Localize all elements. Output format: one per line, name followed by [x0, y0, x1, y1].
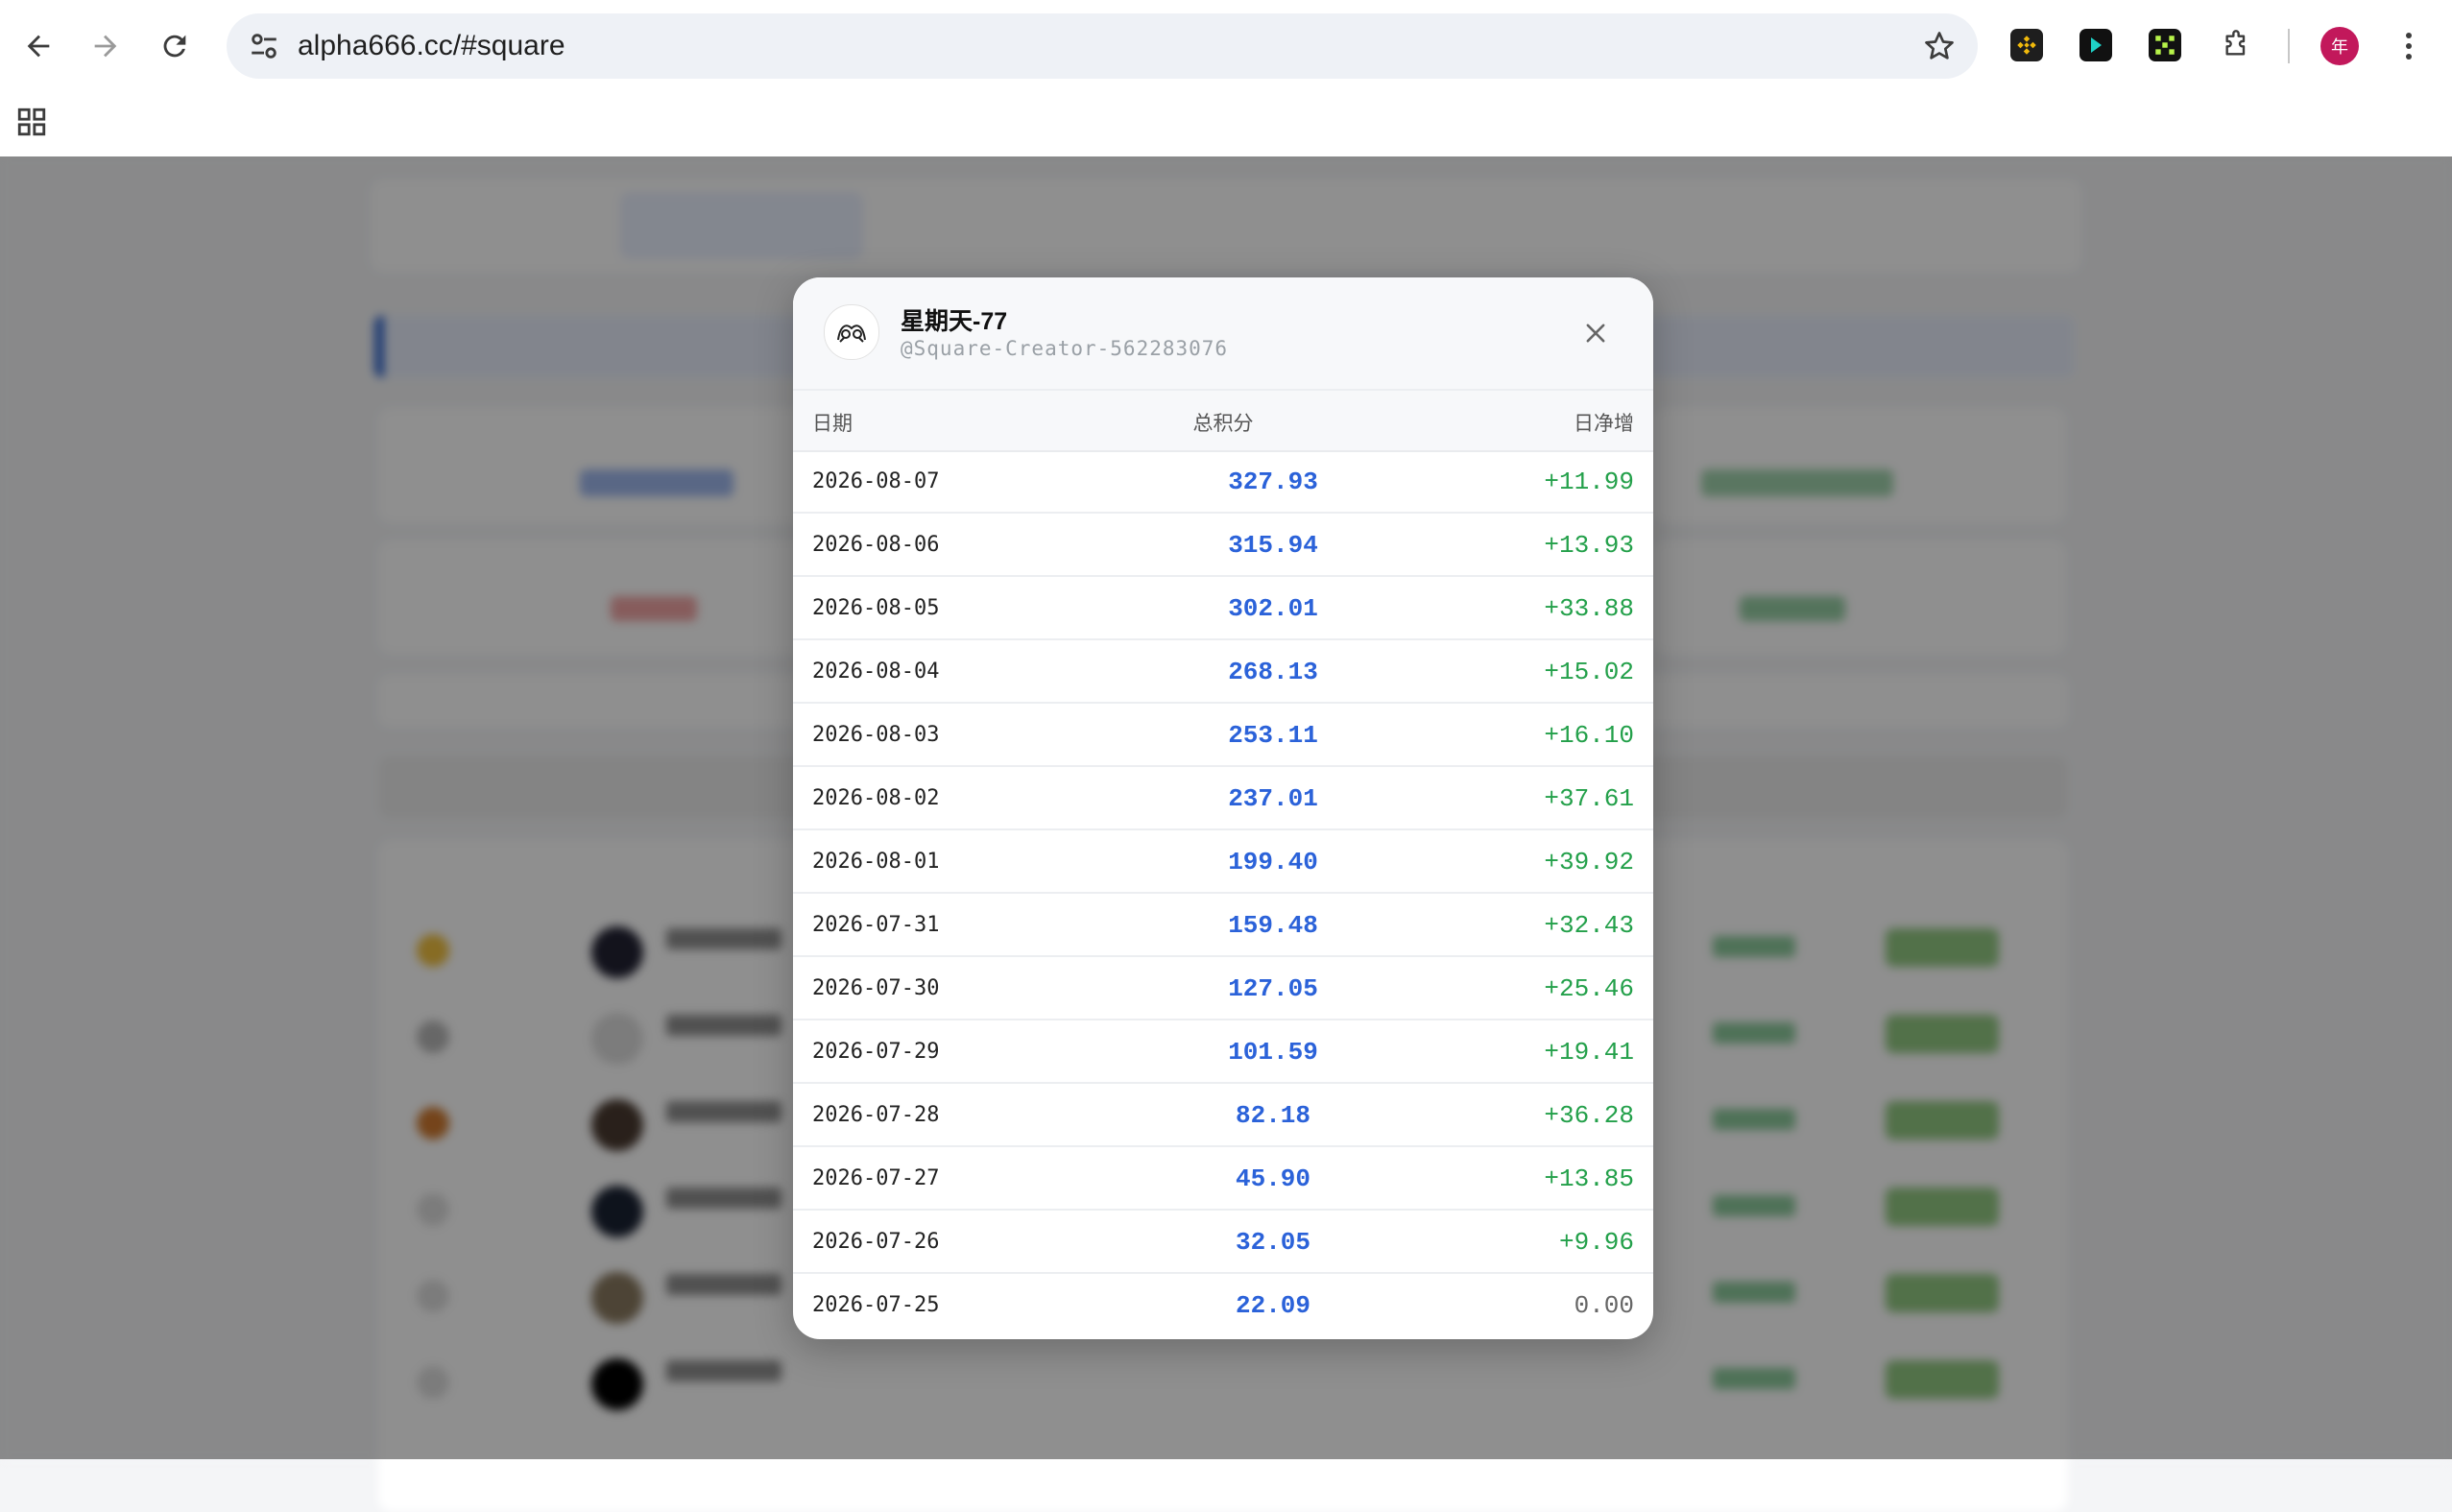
- doodle-avatar-icon: [837, 324, 866, 343]
- history-row: 2026-08-03 253.11 +16.10: [793, 704, 1653, 767]
- close-button[interactable]: [1576, 314, 1615, 352]
- row-total-points: 32.05: [1235, 1228, 1310, 1257]
- binance-extension-icon[interactable]: [2010, 29, 2043, 61]
- row-daily-net: +15.02: [1544, 658, 1634, 686]
- row-daily-net: +19.41: [1544, 1038, 1634, 1067]
- history-table-header: 日期 总积分 日净增: [793, 391, 1653, 452]
- history-row: 2026-08-05 302.01 +33.88: [793, 577, 1653, 640]
- row-total-points: 45.90: [1235, 1164, 1310, 1193]
- row-daily-net: +13.85: [1544, 1164, 1634, 1193]
- row-daily-net: +13.93: [1544, 531, 1634, 560]
- bookmark-star-icon[interactable]: [1922, 29, 1957, 63]
- back-button[interactable]: [10, 17, 67, 75]
- address-bar[interactable]: alpha666.cc/#square: [227, 13, 1978, 79]
- history-row: 2026-08-01 199.40 +39.92: [793, 830, 1653, 894]
- row-daily-net: +11.99: [1544, 468, 1634, 496]
- forward-button[interactable]: [77, 17, 134, 75]
- history-row: 2026-08-04 268.13 +15.02: [793, 640, 1653, 704]
- row-date: 2026-08-07: [812, 469, 940, 493]
- history-table-body: 2026-08-07 327.93 +11.99 2026-08-06 315.94 +…: [793, 450, 1653, 1337]
- grid-squares-icon: [2155, 36, 2175, 55]
- row-daily-net: 0.00: [1574, 1291, 1634, 1320]
- row-date: 2026-08-01: [812, 850, 940, 874]
- row-total-points: 237.01: [1228, 784, 1318, 813]
- history-row: 2026-07-31 159.48 +32.43: [793, 894, 1653, 957]
- row-total-points: 253.11: [1228, 721, 1318, 750]
- row-date: 2026-08-04: [812, 660, 940, 684]
- history-row: 2026-08-02 237.01 +37.61: [793, 767, 1653, 830]
- play-arrow-icon: [2091, 37, 2102, 53]
- modal-header: 星期天-77 @Square-Creator-562283076: [793, 277, 1653, 391]
- row-total-points: 327.93: [1228, 468, 1318, 496]
- points-history-modal: 星期天-77 @Square-Creator-562283076 日期 总积分 …: [793, 277, 1653, 1339]
- arrow-left-icon: [27, 35, 50, 58]
- row-total-points: 22.09: [1235, 1291, 1310, 1320]
- okx-extension-icon[interactable]: [2149, 29, 2181, 61]
- row-total-points: 101.59: [1228, 1038, 1318, 1067]
- row-date: 2026-07-30: [812, 976, 940, 1000]
- extensions-button[interactable]: [2220, 29, 2252, 61]
- row-date: 2026-08-05: [812, 596, 940, 620]
- row-date: 2026-07-31: [812, 913, 940, 937]
- arrow-right-icon: [94, 35, 117, 58]
- row-daily-net: +36.28: [1544, 1101, 1634, 1130]
- row-date: 2026-07-26: [812, 1230, 940, 1254]
- row-date: 2026-08-02: [812, 786, 940, 810]
- user-avatar: [824, 304, 879, 360]
- reload-icon: [163, 35, 186, 58]
- browser-toolbar: alpha666.cc/#square 年: [0, 0, 2452, 92]
- toolbar-separator: [2288, 29, 2290, 63]
- history-row: 2026-07-28 82.18 +36.28: [793, 1084, 1653, 1147]
- user-handle: @Square-Creator-562283076: [901, 337, 1229, 360]
- url-text[interactable]: alpha666.cc/#square: [298, 13, 565, 79]
- row-total-points: 199.40: [1228, 848, 1318, 876]
- close-icon: [1586, 324, 1605, 343]
- row-daily-net: +16.10: [1544, 721, 1634, 750]
- puzzle-icon: [2225, 30, 2246, 56]
- row-daily-net: +37.61: [1544, 784, 1634, 813]
- row-date: 2026-08-06: [812, 533, 940, 557]
- row-date: 2026-07-25: [812, 1293, 940, 1317]
- row-total-points: 127.05: [1228, 974, 1318, 1003]
- diamond-icon: [2017, 36, 2036, 55]
- history-row: 2026-08-06 315.94 +13.93: [793, 514, 1653, 577]
- profile-avatar[interactable]: 年: [2320, 27, 2359, 65]
- reload-button[interactable]: [146, 17, 204, 75]
- browser-chrome: alpha666.cc/#square 年: [0, 0, 2452, 156]
- history-row: 2026-07-26 32.05 +9.96: [793, 1211, 1653, 1274]
- row-date: 2026-07-29: [812, 1040, 940, 1064]
- browser-menu-icon[interactable]: [2394, 27, 2423, 65]
- column-header-total-points: 总积分: [1192, 413, 1254, 435]
- history-row: 2026-08-07 327.93 +11.99: [793, 450, 1653, 514]
- row-total-points: 268.13: [1228, 658, 1318, 686]
- row-daily-net: +9.96: [1558, 1228, 1634, 1257]
- row-date: 2026-08-03: [812, 723, 940, 747]
- column-header-daily-net: 日净增: [1574, 413, 1634, 435]
- history-row: 2026-07-27 45.90 +13.85: [793, 1147, 1653, 1211]
- row-daily-net: +32.43: [1544, 911, 1634, 940]
- row-daily-net: +25.46: [1544, 974, 1634, 1003]
- row-date: 2026-07-28: [812, 1103, 940, 1127]
- history-row: 2026-07-30 127.05 +25.46: [793, 957, 1653, 1020]
- row-total-points: 159.48: [1228, 911, 1318, 940]
- row-total-points: 302.01: [1228, 594, 1318, 623]
- history-row: 2026-07-25 22.09 0.00: [793, 1274, 1653, 1337]
- site-settings-icon[interactable]: [248, 30, 280, 62]
- user-name: 星期天-77: [901, 308, 1008, 335]
- row-daily-net: +39.92: [1544, 848, 1634, 876]
- history-row: 2026-07-29 101.59 +19.41: [793, 1020, 1653, 1084]
- row-date: 2026-07-27: [812, 1166, 940, 1190]
- play-extension-icon[interactable]: [2079, 29, 2112, 61]
- row-daily-net: +33.88: [1544, 594, 1634, 623]
- apps-grid-icon[interactable]: [15, 106, 48, 138]
- row-total-points: 82.18: [1235, 1101, 1310, 1130]
- row-total-points: 315.94: [1228, 531, 1318, 560]
